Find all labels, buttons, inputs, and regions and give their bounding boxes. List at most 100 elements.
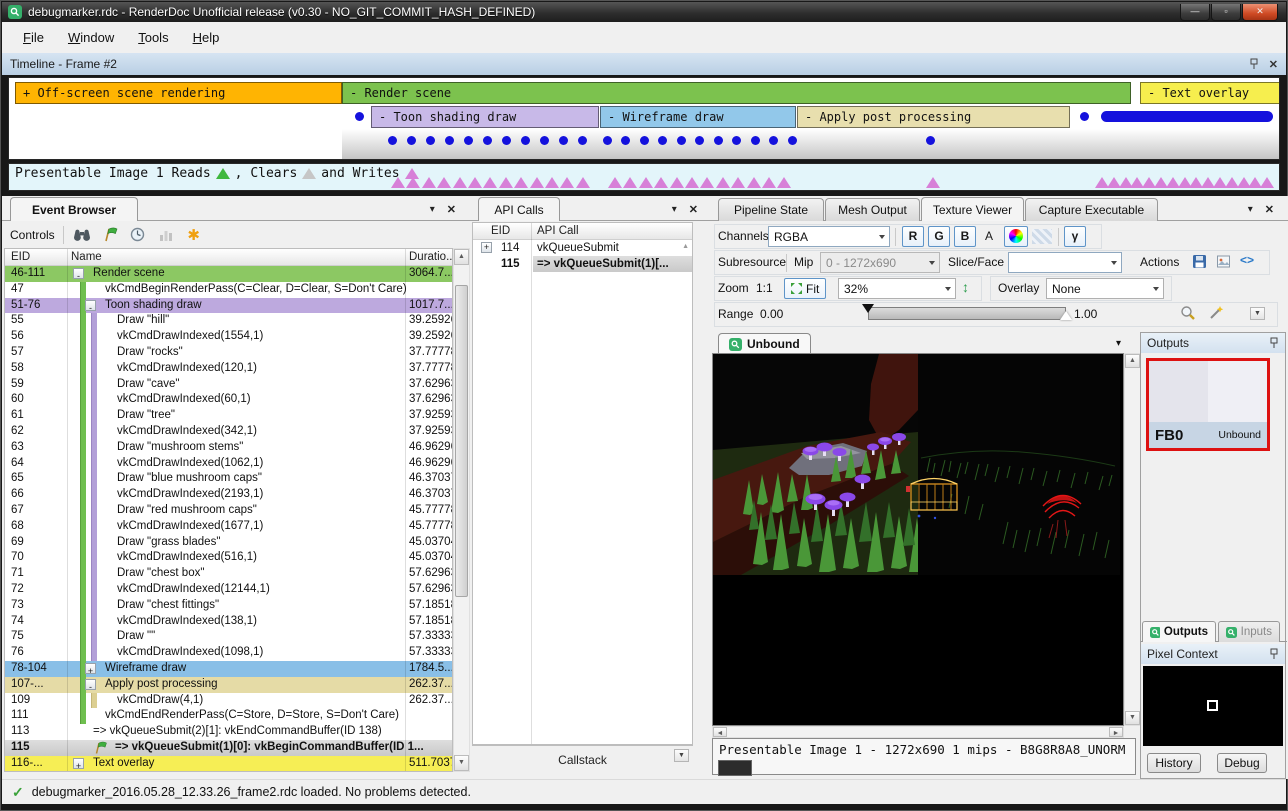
event-row[interactable]: 72vkCmdDrawIndexed(12144,1)57.62963 (5, 582, 452, 598)
event-row[interactable]: 115=> vkQueueSubmit(1)[0]: vkBeginComman… (5, 740, 452, 756)
autofit-wand-icon[interactable] (1208, 305, 1224, 324)
draw-event-dot[interactable] (559, 136, 568, 145)
event-row[interactable]: 113=> vkQueueSubmit(2)[1]: vkEndCommandB… (5, 724, 452, 740)
event-row[interactable]: 58vkCmdDrawIndexed(120,1)37.77778 (5, 361, 452, 377)
scroll-thumb[interactable] (455, 285, 468, 597)
dock-close-icon[interactable]: ✕ (447, 203, 456, 216)
dock-close-icon[interactable]: ✕ (1265, 203, 1274, 216)
scroll-up-icon[interactable]: ▲ (1125, 354, 1140, 368)
dock-close-icon[interactable]: ✕ (689, 203, 698, 216)
timeline-marker[interactable]: - Toon shading draw (371, 106, 599, 128)
timeline-panel-header[interactable]: Timeline - Frame #2 ✕ (2, 53, 1286, 75)
event-row[interactable]: 116-...+Text overlay511.7037 (5, 756, 452, 772)
pixel-context-header[interactable]: Pixel Context (1141, 644, 1285, 664)
minimize-button[interactable]: — (1180, 4, 1210, 21)
bookmark-icon[interactable]: ✱ (184, 226, 204, 244)
event-row[interactable]: 78-104+Wireframe draw1784.5... (5, 661, 452, 677)
zoom-select[interactable]: 32% (838, 278, 956, 299)
close-button[interactable]: ✕ (1242, 4, 1278, 21)
draw-event-dot[interactable] (640, 136, 649, 145)
draw-event-dot[interactable] (926, 136, 935, 145)
draw-event-dot[interactable] (603, 136, 612, 145)
event-row[interactable]: 47vkCmdBeginRenderPass(C=Clear, D=Clear,… (5, 282, 452, 298)
find-event-icon[interactable] (72, 226, 92, 244)
scroll-up-icon[interactable]: ▲ (682, 243, 689, 250)
maximize-button[interactable]: ▫ (1211, 4, 1241, 21)
draw-event-dot[interactable] (521, 136, 530, 145)
event-row[interactable]: 107-...-Apply post processing262.37... (5, 677, 452, 693)
colorwheel-button[interactable] (1004, 226, 1028, 247)
timeline-close-icon[interactable]: ✕ (1269, 58, 1278, 71)
draw-event-dot[interactable] (464, 136, 473, 145)
event-row[interactable]: 75Draw ""57.33333 (5, 629, 452, 645)
texture-hscrollbar[interactable]: ◄ ► (712, 726, 1124, 738)
dock-menu-icon[interactable]: ▾ (1248, 204, 1253, 215)
draw-event-dot[interactable] (677, 136, 686, 145)
tab-inputs[interactable]: Inputs (1218, 621, 1280, 642)
channel-a-button[interactable]: A (978, 226, 1000, 247)
collapse-icon[interactable]: - (73, 268, 84, 279)
event-row[interactable]: 70vkCmdDrawIndexed(516,1)45.03704 (5, 550, 452, 566)
scroll-up-icon[interactable]: ▲ (454, 249, 469, 265)
event-row[interactable]: 64vkCmdDrawIndexed(1062,1)46.96296 (5, 456, 452, 472)
save-texture-icon[interactable] (1192, 254, 1207, 272)
event-row[interactable]: 59Draw "cave"37.62963 (5, 377, 452, 393)
zoom-fit-button[interactable]: Fit (784, 278, 826, 299)
range-black-handle[interactable] (862, 304, 874, 313)
scroll-down-icon[interactable]: ▼ (454, 755, 469, 771)
channel-b-button[interactable]: B (954, 226, 976, 247)
toolbar-overflow-icon[interactable]: ▼ (1250, 307, 1265, 320)
timeline-marker[interactable]: - Wireframe draw (600, 106, 796, 128)
zoom-1to1-button[interactable]: 1:1 (756, 281, 773, 295)
col-duration[interactable]: Duratio... (409, 251, 453, 263)
event-row[interactable]: 57Draw "rocks"37.77778 (5, 345, 452, 361)
event-row[interactable]: 55Draw "hill"39.25926 (5, 313, 452, 329)
event-row[interactable]: 65Draw "blue mushroom caps"46.37037 (5, 471, 452, 487)
flip-y-icon[interactable]: ↕ (962, 279, 969, 295)
draw-event-dot[interactable] (621, 136, 630, 145)
zoom-range-icon[interactable] (1180, 305, 1196, 324)
draw-event-dot[interactable] (445, 136, 454, 145)
texture-vscrollbar[interactable]: ▲ ▼ (1124, 353, 1141, 726)
range-white-handle[interactable] (1060, 311, 1072, 320)
event-row[interactable]: 71Draw "chest box"57.62963 (5, 566, 452, 582)
event-row[interactable]: 51-76-Toon shading draw1017.7... (5, 298, 452, 314)
pixel-context-view[interactable] (1143, 666, 1283, 746)
expand-icon[interactable]: + (73, 758, 84, 769)
draw-event-dot[interactable] (788, 136, 797, 145)
draw-event-dot[interactable] (751, 136, 760, 145)
draw-event-dot[interactable] (578, 136, 587, 145)
event-row[interactable]: 68vkCmdDrawIndexed(1677,1)45.77778 (5, 519, 452, 535)
draw-events-pill[interactable] (1101, 111, 1273, 122)
open-texture-list-icon[interactable] (1216, 254, 1231, 272)
outputs-header[interactable]: Outputs (1141, 333, 1285, 353)
range-min-value[interactable]: 0.00 (760, 307, 783, 321)
api-call-row[interactable]: 115=> vkQueueSubmit(1)[... (473, 256, 692, 272)
timeline-body[interactable]: + Off-screen scene rendering- Render sce… (8, 77, 1280, 160)
col-api-call[interactable]: API Call (537, 225, 579, 237)
draw-event-dot[interactable] (426, 136, 435, 145)
event-row[interactable]: 66vkCmdDrawIndexed(2193,1)46.37037 (5, 487, 452, 503)
callstack-expand-icon[interactable]: ▼ (674, 749, 689, 762)
debug-button[interactable]: Debug (1217, 753, 1267, 773)
goto-resource-icon[interactable]: <> (1240, 253, 1254, 267)
event-row[interactable]: 69Draw "grass blades"45.03704 (5, 535, 452, 551)
event-row[interactable]: 73Draw "chest fittings"57.18518 (5, 598, 452, 614)
event-row[interactable]: 61Draw "tree"37.92593 (5, 408, 452, 424)
draw-event-dot[interactable] (355, 112, 364, 121)
expand-icon[interactable]: + (481, 242, 492, 253)
tab-pipeline-state[interactable]: Pipeline State (718, 198, 824, 221)
collapse-icon[interactable]: - (85, 679, 96, 690)
col-name[interactable]: Name (71, 251, 102, 263)
goto-event-icon[interactable] (100, 226, 120, 244)
timeline-marker[interactable]: - Apply post processing (797, 106, 1070, 128)
scroll-right-icon[interactable]: ► (1109, 727, 1123, 737)
preview-list-icon[interactable]: ▾ (1116, 338, 1121, 349)
event-row[interactable]: 109vkCmdDraw(4,1)262.37... (5, 693, 452, 709)
draw-event-dot[interactable] (540, 136, 549, 145)
tab-api-calls[interactable]: API Calls (478, 197, 560, 221)
dock-menu-icon[interactable]: ▾ (430, 204, 435, 215)
menu-item-help[interactable]: Help (182, 26, 231, 49)
draw-event-dot[interactable] (695, 136, 704, 145)
event-row[interactable]: 74vkCmdDrawIndexed(138,1)57.18518 (5, 614, 452, 630)
